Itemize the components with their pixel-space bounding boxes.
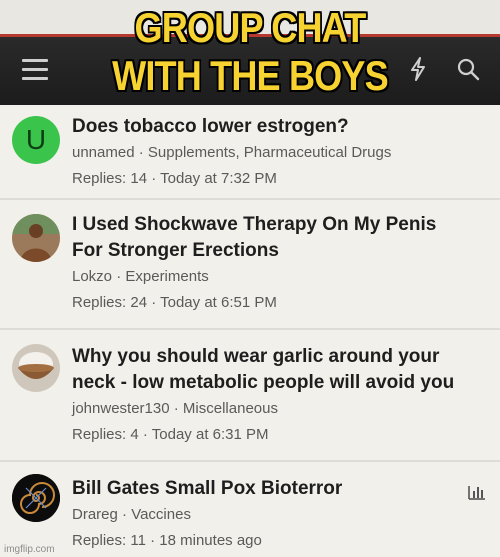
- thread-category[interactable]: Experiments: [125, 268, 208, 285]
- meme-caption-line-1: GROUP CHAT: [134, 4, 367, 51]
- thread-author[interactable]: Lokzo: [72, 268, 112, 285]
- avatar[interactable]: U: [12, 116, 60, 164]
- thread-category[interactable]: Miscellaneous: [183, 400, 278, 417]
- reply-count: Replies: 11: [72, 532, 146, 549]
- reply-count: Replies: 14: [72, 170, 148, 187]
- stats-separator: ·: [150, 532, 156, 549]
- thread-time: Today at 7:32 PM: [160, 170, 277, 187]
- garlic-bowl-icon: [12, 344, 60, 392]
- avatar-letter: U: [25, 124, 47, 155]
- thread-title[interactable]: Why you should wear garlic around your n…: [72, 344, 486, 396]
- meme-caption-line-2: WITH THE BOYS: [112, 52, 389, 99]
- thread-meta: Drareg · Vaccines: [72, 504, 486, 526]
- thread-title-line[interactable]: I Used Shockwave Therapy On My Penis: [72, 212, 486, 238]
- thread-title-line[interactable]: Why you should wear garlic around your: [72, 344, 486, 370]
- thread-meta: Lokzo · Experiments: [72, 266, 486, 288]
- avatar[interactable]: [12, 474, 60, 522]
- thread-title[interactable]: Does tobacco lower estrogen?: [72, 114, 486, 140]
- thread-item[interactable]: Bill Gates Small Pox Bioterror Drareg · …: [0, 462, 500, 557]
- meta-separator: ·: [138, 144, 144, 161]
- thread-category[interactable]: Vaccines: [131, 506, 191, 523]
- thread-author[interactable]: unnamed: [72, 144, 135, 161]
- thread-title[interactable]: I Used Shockwave Therapy On My Penis For…: [72, 212, 486, 264]
- thread-item[interactable]: I Used Shockwave Therapy On My Penis For…: [0, 200, 500, 330]
- reply-count: Replies: 4: [72, 426, 139, 443]
- thread-time: Today at 6:31 PM: [151, 426, 269, 443]
- bar-chart-icon[interactable]: [468, 484, 486, 500]
- stats-separator: ·: [151, 294, 157, 311]
- meta-separator: ·: [116, 268, 122, 285]
- spiral-logo-icon: [12, 474, 60, 522]
- stats-separator: ·: [142, 426, 148, 443]
- thread-stats: Replies: 4 · Today at 6:31 PM: [72, 424, 486, 446]
- thread-author[interactable]: johnwester130: [72, 400, 170, 417]
- thread-item[interactable]: Why you should wear garlic around your n…: [0, 330, 500, 462]
- watermark: imgflip.com: [4, 544, 55, 555]
- thread-stats: Replies: 11 · 18 minutes ago: [72, 530, 486, 552]
- thread-meta: johnwester130 · Miscellaneous: [72, 398, 486, 420]
- reply-count: Replies: 24: [72, 294, 148, 311]
- thread-title-line[interactable]: neck - low metabolic people will avoid y…: [72, 370, 486, 396]
- thread-time: 18 minutes ago: [159, 532, 262, 549]
- thread-author[interactable]: Drareg: [72, 506, 118, 523]
- meme-caption: GROUP CHAT WITH THE BOYS: [35, 4, 465, 100]
- avatar[interactable]: [12, 214, 60, 262]
- thread-stats: Replies: 24 · Today at 6:51 PM: [72, 292, 486, 314]
- thread-stats: Replies: 14 · Today at 7:32 PM: [72, 168, 486, 190]
- thread-time: Today at 6:51 PM: [160, 294, 277, 311]
- stats-separator: ·: [151, 170, 157, 187]
- thread-category[interactable]: Supplements, Pharmaceutical Drugs: [148, 144, 391, 161]
- user-photo-icon: [12, 214, 60, 262]
- thread-title[interactable]: Bill Gates Small Pox Bioterror: [72, 476, 486, 502]
- thread-title-line[interactable]: For Stronger Erections: [72, 238, 486, 264]
- meta-separator: ·: [122, 506, 128, 523]
- avatar[interactable]: [12, 344, 60, 392]
- thread-title-line[interactable]: Does tobacco lower estrogen?: [72, 114, 486, 140]
- thread-item[interactable]: U Does tobacco lower estrogen? unnamed ·…: [0, 102, 500, 200]
- thread-meta: unnamed · Supplements, Pharmaceutical Dr…: [72, 142, 486, 164]
- thread-title-line[interactable]: Bill Gates Small Pox Bioterror: [72, 476, 486, 502]
- meta-separator: ·: [173, 400, 179, 417]
